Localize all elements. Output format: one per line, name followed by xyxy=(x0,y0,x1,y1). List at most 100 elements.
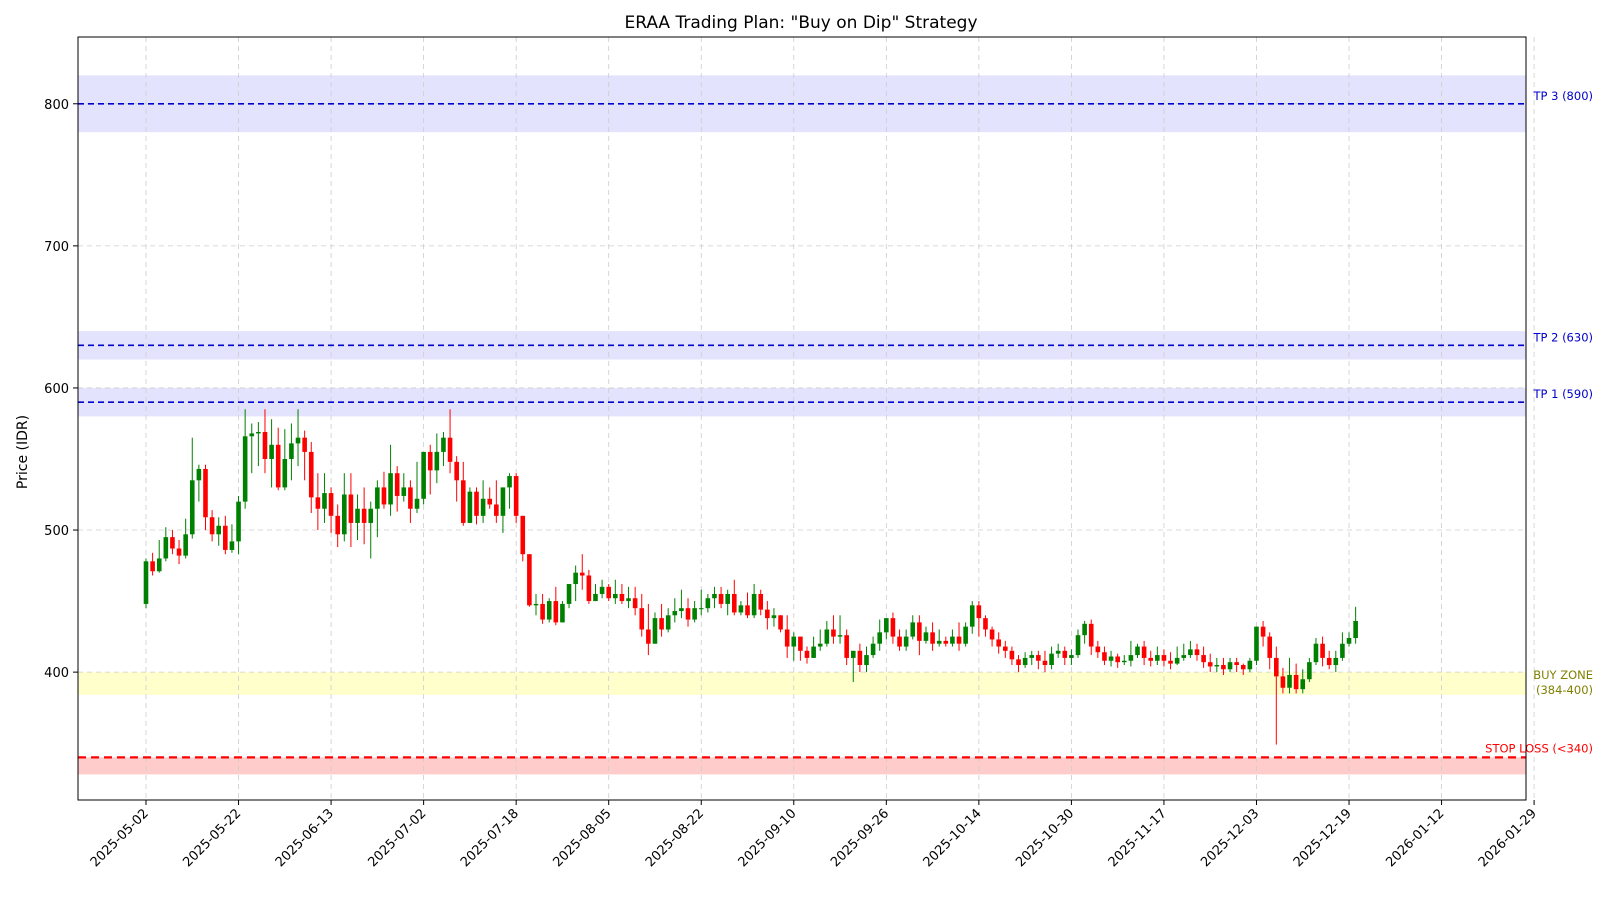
candle-body xyxy=(976,605,982,619)
candle-body xyxy=(652,618,658,644)
y-axis-label: Price (IDR) xyxy=(15,415,31,489)
candle-body xyxy=(1022,657,1028,666)
candle-body xyxy=(969,605,975,627)
candle-body xyxy=(1307,662,1312,680)
candle-body xyxy=(679,608,684,612)
candle-body xyxy=(1333,657,1339,666)
candle-body xyxy=(520,515,526,555)
candle-body xyxy=(1247,660,1253,670)
x-tick-label: 2025-08-22 xyxy=(643,806,707,870)
candle-body xyxy=(1102,652,1107,661)
candle-body xyxy=(1274,657,1279,677)
candle-body xyxy=(1095,646,1101,653)
candle-body xyxy=(282,458,288,488)
candle-body xyxy=(1267,636,1272,658)
candle-body xyxy=(778,615,783,630)
candle-body xyxy=(368,508,374,523)
candle-body xyxy=(950,636,955,644)
candle-body xyxy=(897,636,902,647)
chart-root: ERAA Trading Plan: "Buy on Dip" Strategy… xyxy=(0,0,1600,900)
candle-body xyxy=(361,508,367,523)
candle-body xyxy=(844,635,849,658)
level-label: STOP LOSS (<340) xyxy=(1485,741,1593,755)
candle-body xyxy=(242,436,248,502)
y-tick-label: 700 xyxy=(44,240,69,255)
candle-body xyxy=(295,437,301,444)
candle-body xyxy=(573,572,578,585)
y-tick-label: 500 xyxy=(44,524,69,539)
candle-body xyxy=(705,598,711,609)
x-tick-label: 2026-01-12 xyxy=(1383,806,1447,870)
candle-body xyxy=(910,622,916,637)
candle-body xyxy=(1194,649,1200,656)
candle-body xyxy=(1181,655,1187,658)
x-tick-label: 2025-07-02 xyxy=(365,806,429,870)
candle-body xyxy=(302,437,307,452)
candle-body xyxy=(1029,655,1035,658)
y-tick-label: 400 xyxy=(44,666,69,681)
candle-body xyxy=(758,593,764,610)
candle-body xyxy=(850,650,856,658)
candle-body xyxy=(401,487,407,496)
candle-body xyxy=(646,629,651,644)
candle-body xyxy=(751,593,757,616)
candle-body xyxy=(1036,655,1041,661)
candle-body xyxy=(328,493,334,516)
candle-body xyxy=(533,603,539,606)
candle-body xyxy=(1062,650,1068,658)
candle-body xyxy=(467,491,473,523)
candle-body xyxy=(672,611,678,616)
candle-body xyxy=(593,593,598,602)
candle-body xyxy=(983,618,988,630)
candle-body xyxy=(1188,649,1193,656)
candle-body xyxy=(1353,620,1358,639)
candle-body xyxy=(586,575,592,602)
candle-body xyxy=(421,451,426,499)
y-tick-label: 800 xyxy=(44,98,69,113)
candle-body xyxy=(1161,655,1167,661)
candle-body xyxy=(864,655,869,666)
candle-body xyxy=(315,497,321,509)
candle-body xyxy=(1155,655,1160,661)
candle-body xyxy=(150,561,155,572)
candle-body xyxy=(718,593,724,604)
candle-body xyxy=(355,508,360,523)
chart-title: ERAA Trading Plan: "Buy on Dip" Strategy xyxy=(624,13,977,33)
candle-body xyxy=(1141,646,1147,658)
candle-body xyxy=(619,593,625,602)
candle-body xyxy=(196,468,202,481)
candle-body xyxy=(256,431,261,434)
x-tick-label: 2025-11-17 xyxy=(1106,806,1170,870)
candle-body xyxy=(903,636,909,647)
candle-body xyxy=(698,608,704,610)
candle-body xyxy=(917,622,922,641)
candle-body xyxy=(632,598,638,609)
x-tick-label: 2026-01-29 xyxy=(1476,806,1540,870)
candle-body xyxy=(388,473,393,505)
candle-body xyxy=(1049,653,1054,666)
candle-body xyxy=(831,629,836,637)
candle-body xyxy=(375,487,380,509)
candle-body xyxy=(203,468,208,518)
x-tick-label: 2025-09-26 xyxy=(828,806,892,870)
candle-body xyxy=(209,517,215,535)
candle-body xyxy=(500,487,506,516)
candle-body xyxy=(936,640,942,644)
candle-body xyxy=(1075,635,1081,656)
candle-body xyxy=(170,537,175,549)
candle-body xyxy=(626,598,631,602)
candle-body xyxy=(1082,623,1087,636)
candle-body xyxy=(599,586,605,594)
candle-body xyxy=(1346,638,1352,644)
candle-body xyxy=(692,608,697,620)
candle-body xyxy=(1115,656,1120,663)
candle-body xyxy=(1260,626,1266,637)
candle-body xyxy=(553,601,559,623)
candle-body xyxy=(606,586,611,599)
level-labels: TP 3 (800) TP 2 (630) TP 1 (590) STOP LOSS … xyxy=(1485,89,1593,756)
candle-body xyxy=(1135,646,1140,656)
candle-body xyxy=(487,498,493,505)
candle-body xyxy=(427,451,433,471)
candle-body xyxy=(454,461,459,481)
candle-body xyxy=(275,444,281,488)
